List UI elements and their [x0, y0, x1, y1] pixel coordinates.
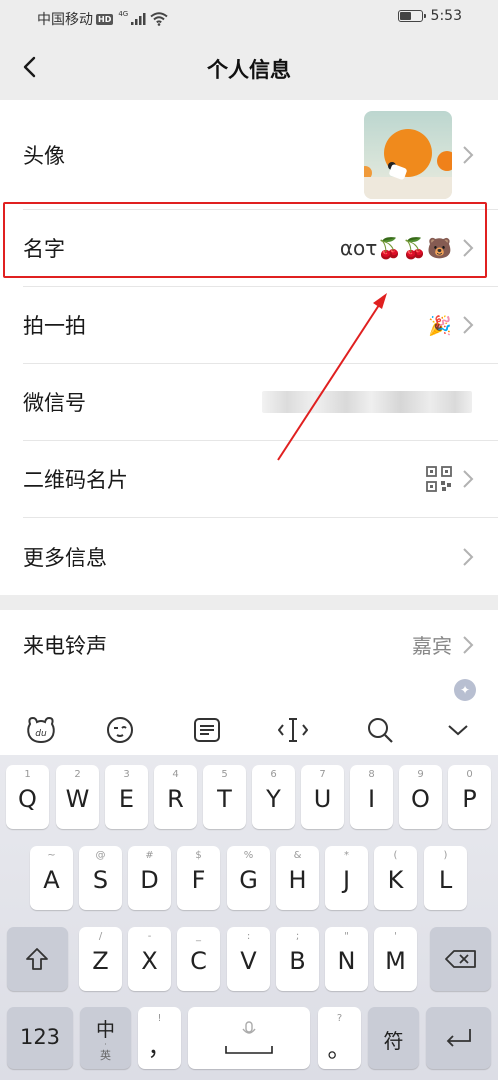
row-label: 来电铃声 — [23, 633, 107, 658]
name-row[interactable]: 名字 αoτ🍒🍒🐻 — [23, 210, 498, 287]
svg-text:du: du — [35, 729, 47, 739]
key-d[interactable]: # D — [128, 846, 171, 910]
key-z[interactable]: / Z — [79, 927, 122, 991]
enter-icon — [446, 1029, 471, 1047]
key-b[interactable]: ; B — [276, 927, 319, 991]
key-y[interactable]: 6Y — [252, 765, 295, 829]
floating-assistant-icon[interactable]: ✦ — [454, 679, 476, 701]
ringtone-row[interactable]: 来电铃声 嘉宾 — [23, 610, 498, 675]
clock: 5:53 — [430, 8, 462, 24]
qr-code-row[interactable]: 二维码名片 — [23, 441, 498, 518]
keyboard: 1Q 2W 3E 4R 5T 6Y 7U 8I 9O 0P ~ A @ S # D $… — [0, 755, 498, 1080]
wifi-icon — [150, 12, 168, 26]
period-key[interactable]: ? 。 — [318, 1007, 361, 1069]
chevron-right-icon — [463, 547, 474, 566]
collapse-icon[interactable] — [441, 713, 475, 747]
shift-icon — [26, 948, 48, 970]
row-label: 名字 — [23, 237, 65, 261]
row-label: 拍一拍 — [23, 314, 86, 338]
key-v[interactable]: :V — [227, 927, 270, 991]
network-type: 4G — [118, 10, 129, 18]
status-bar: 中国移动 HD 4G 5:53 — [0, 0, 498, 34]
row-label: 更多信息 — [23, 545, 107, 570]
carrier-name: 中国移动 — [37, 12, 93, 28]
key-u[interactable]: 7U — [301, 765, 344, 829]
key-h[interactable]: & H — [276, 846, 319, 910]
avatar — [364, 110, 452, 199]
keyboard-toolbar: ✦ du — [0, 675, 498, 755]
page-title: 个人信息 — [207, 58, 291, 82]
shift-key[interactable] — [7, 927, 68, 991]
profile-section: 头像 名字 αoτ🍒🍒🐻 拍一拍 🎉 微信号 二维码名片 更多信息 — [0, 100, 498, 595]
key-o[interactable]: 9O — [399, 765, 442, 829]
chevron-right-icon — [463, 470, 474, 488]
key-p[interactable]: 0P — [448, 765, 491, 829]
ringtone-section: 来电铃声 嘉宾 — [0, 610, 498, 675]
key-m[interactable]: ' M — [374, 927, 417, 991]
row-label: 微信号 — [23, 391, 86, 415]
chevron-right-icon — [463, 239, 474, 257]
key-j[interactable]: * J — [325, 846, 368, 910]
key-x[interactable]: -X — [128, 927, 171, 991]
key-t[interactable]: 5T — [203, 765, 246, 829]
key-q[interactable]: 1Q — [6, 765, 49, 829]
search-icon[interactable] — [363, 713, 397, 747]
key-e[interactable]: 3E — [105, 765, 148, 829]
chevron-right-icon — [463, 635, 474, 654]
name-value: αoτ🍒🍒🐻 — [339, 236, 452, 260]
key-n[interactable]: " N — [325, 927, 368, 991]
row-label: 二维码名片 — [23, 468, 128, 492]
cursor-icon[interactable] — [276, 713, 310, 747]
numbers-key[interactable]: 123 — [7, 1007, 73, 1069]
keyboard-skin-icon[interactable]: du — [24, 713, 58, 747]
chevron-right-icon — [463, 145, 474, 164]
key-c[interactable]: _ C — [177, 927, 220, 991]
nav-bar: 个人信息 — [0, 34, 498, 100]
key-k[interactable]: (K — [374, 846, 417, 910]
key-g[interactable]: % G — [227, 846, 270, 910]
space-key[interactable] — [188, 1007, 310, 1069]
backspace-icon — [445, 950, 476, 968]
key-i[interactable]: 8I — [350, 765, 393, 829]
backspace-key[interactable] — [430, 927, 491, 991]
pat-emoji: 🎉 — [428, 314, 452, 337]
emoji-icon[interactable] — [103, 713, 137, 747]
chevron-right-icon — [463, 316, 474, 334]
key-l[interactable]: ) L — [424, 846, 467, 910]
wechat-id-blurred — [262, 391, 472, 413]
avatar-row[interactable]: 头像 — [23, 100, 498, 210]
more-info-row[interactable]: 更多信息 — [23, 518, 498, 595]
qr-code-icon — [426, 466, 452, 492]
pat-row[interactable]: 拍一拍 🎉 — [23, 287, 498, 364]
space-bar-icon — [225, 1046, 273, 1054]
key-r[interactable]: 4R — [154, 765, 197, 829]
language-switch-key[interactable]: 中 · 英 — [80, 1007, 131, 1069]
ringtone-value: 嘉宾 — [412, 634, 452, 658]
key-a[interactable]: ~ A — [30, 846, 73, 910]
clipboard-icon[interactable] — [190, 713, 224, 747]
wechat-id-row[interactable]: 微信号 — [23, 364, 498, 441]
battery-icon — [397, 10, 426, 22]
key-f[interactable]: $ F — [177, 846, 220, 910]
symbols-key[interactable]: 符 — [368, 1007, 419, 1069]
key-s[interactable]: @ S — [79, 846, 122, 910]
comma-key[interactable]: ! ， — [138, 1007, 181, 1069]
hd-badge: HD — [96, 13, 114, 25]
row-label: 头像 — [23, 143, 65, 168]
signal-icon — [131, 13, 146, 25]
enter-key[interactable] — [426, 1007, 491, 1069]
microphone-icon — [242, 1021, 256, 1034]
key-w[interactable]: 2W — [56, 765, 99, 829]
